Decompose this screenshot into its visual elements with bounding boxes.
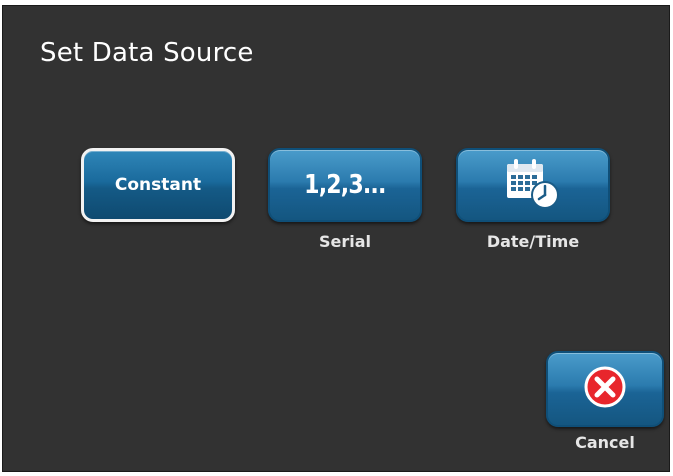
serial-button[interactable]: 1,2,3... bbox=[268, 148, 422, 222]
close-icon bbox=[583, 365, 627, 413]
serial-caption: Serial bbox=[318, 232, 372, 251]
constant-button-label: Constant bbox=[114, 175, 202, 195]
page-title: Set Data Source bbox=[40, 38, 254, 68]
date-time-caption: Date/Time bbox=[486, 232, 580, 251]
serial-numbers-icon: 1,2,3... bbox=[304, 170, 386, 200]
calendar-clock-icon bbox=[501, 154, 565, 216]
constant-button[interactable]: Constant bbox=[81, 148, 235, 222]
cancel-label: Cancel bbox=[575, 433, 635, 452]
set-data-source-screen: Set Data Source Constant 1,2,3... Serial bbox=[2, 5, 670, 472]
date-time-button[interactable] bbox=[456, 148, 610, 222]
cancel-button[interactable] bbox=[546, 351, 664, 427]
